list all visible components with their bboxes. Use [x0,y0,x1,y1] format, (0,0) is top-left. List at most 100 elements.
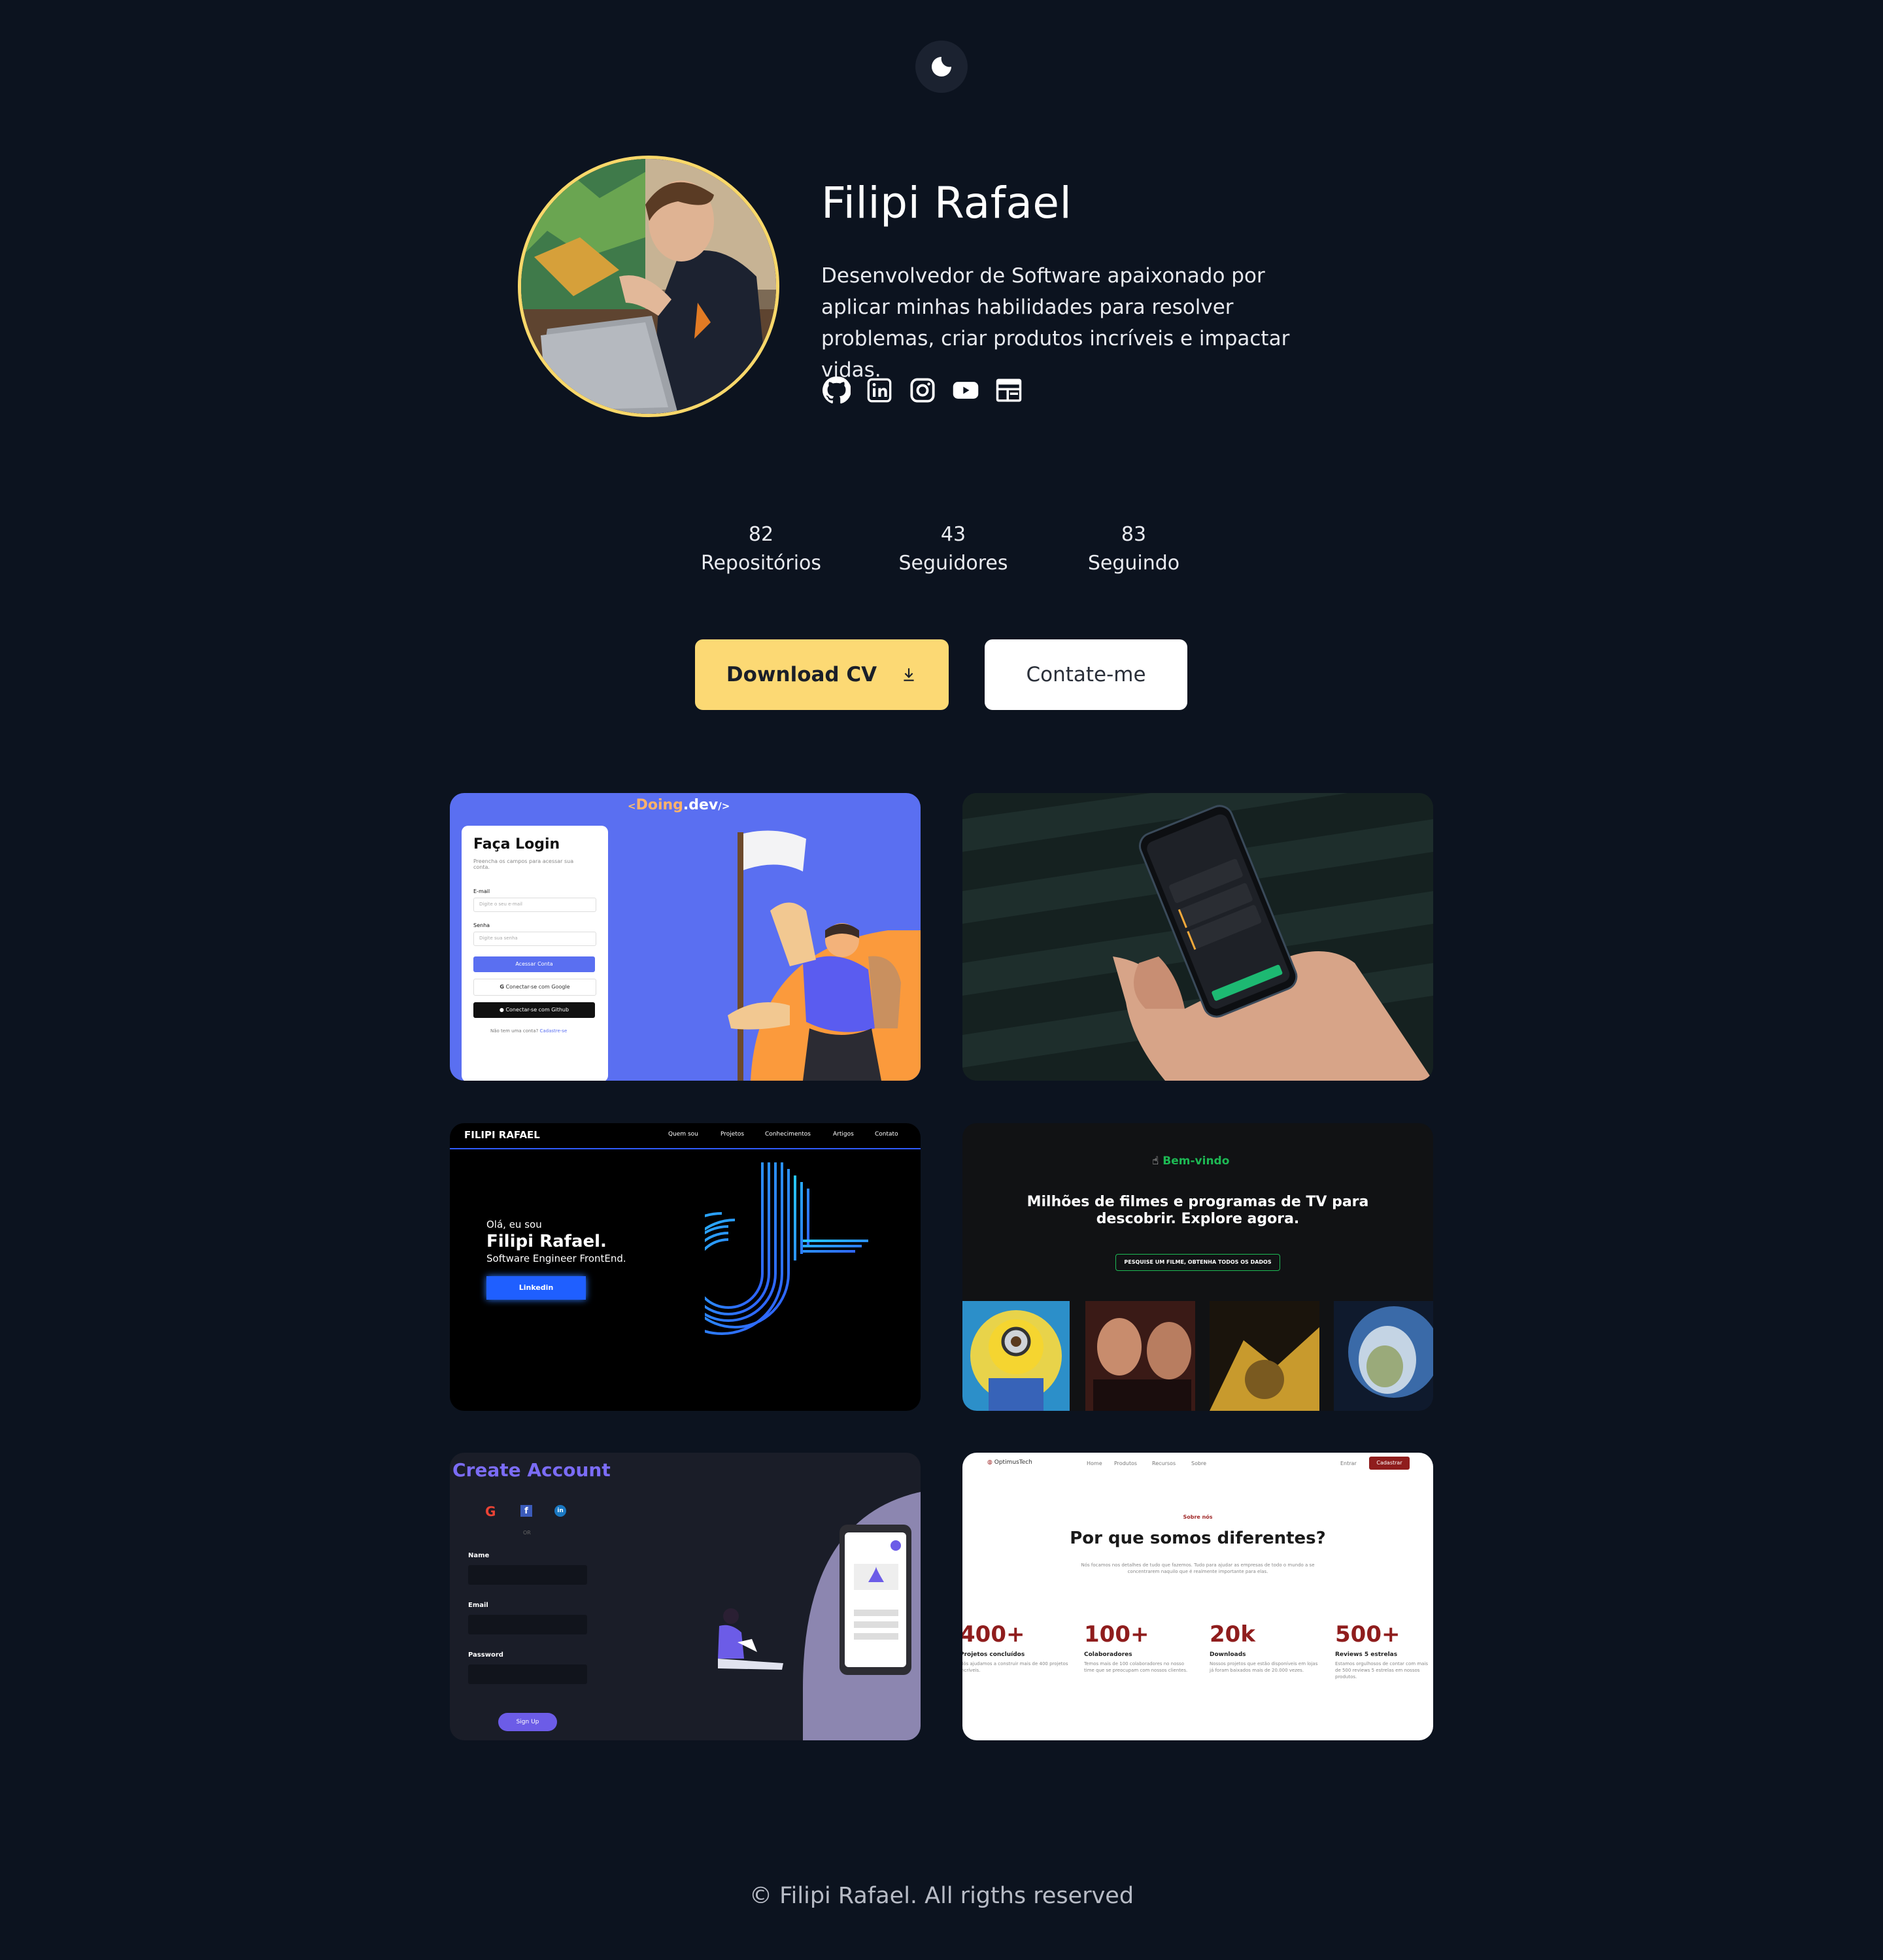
portfolio-nav-item: Quem sou [668,1131,698,1138]
contact-button[interactable]: Contate-me [985,639,1187,710]
optimus-stat: 400+ Projetos concluídos Nós ajudamos a … [962,1621,1068,1673]
flag-character-illustration [728,830,921,1081]
optimus-nav-item: Home [1087,1461,1102,1466]
optimus-nav-item: Recursos [1152,1461,1176,1466]
phone-in-hand-photo [962,793,1433,1081]
linkedin-icon: in [554,1505,566,1517]
password-label: Password [468,1651,503,1659]
optimus-eyebrow: Sobre nós [1183,1514,1213,1520]
phone-user-illustration [718,1492,921,1740]
portfolio-nav-item: Artigos [833,1131,854,1138]
signup-prompt: Não tem uma conta? Cadastre-se [490,1028,568,1034]
stat-label: Seguidores [898,552,1008,575]
social-links [821,375,1024,405]
project-card-mobile-app[interactable] [962,793,1433,1081]
linkedin-link[interactable] [864,375,894,405]
github-link[interactable] [821,375,851,405]
movie-search-button: PESQUISE UM FILME, OBTENHA TODOS OS DADO… [1115,1254,1280,1271]
project-card-portfolio[interactable]: FILIPI RAFAEL Quem sou Projetos Conhecim… [450,1123,921,1411]
sign-up-button-preview: Sign Up [498,1713,557,1731]
website-link[interactable] [994,375,1024,405]
movie-posters [962,1301,1433,1411]
google-login-preview: G Conectar-se com Google [473,979,596,996]
avatar-photo [521,159,776,414]
portfolio-intro: Olá, eu sou [486,1219,542,1230]
email-label: E-mail [473,888,490,894]
portfolio-nav-item: Contato [875,1131,898,1138]
optimus-stat: 100+ Colaboradores Temos mais de 100 col… [1084,1621,1188,1673]
google-icon: G [500,984,504,990]
github-icon: ● [499,1007,504,1013]
optimus-signup: Cadastrar [1369,1457,1410,1470]
or-divider: OR [523,1530,531,1536]
avatar [518,156,779,417]
email-field: Digite o seu e-mail [473,898,596,912]
stat-value: 82 [748,523,774,546]
optimus-logo: ◍ OptimusTech [987,1459,1032,1466]
create-account-title: Create Account [452,1459,611,1481]
name-label: Name [468,1552,490,1559]
project-card-optimustech[interactable]: ◍ OptimusTech Home Produtos Recursos Sob… [962,1453,1433,1740]
login-form-preview: Faça Login Preencha os campos para acess… [462,826,608,1081]
linkedin-icon [867,378,892,403]
password-field: Digite sua senha [473,932,596,946]
download-cv-button[interactable]: Download CV [695,639,949,710]
optimus-description: Nós focamos nos detalhes de tudo que faz… [1081,1563,1315,1568]
password-label: Senha [473,922,490,928]
google-icon: G [485,1504,496,1519]
stat-label: Seguindo [1087,552,1180,575]
login-submit-preview: Acessar Conta [473,956,595,972]
footer-copyright: © Filipi Rafael. All rigths reserved [749,1883,1134,1909]
password-field [468,1664,587,1684]
hand-icon: ☝ [1152,1155,1159,1168]
profile-name: Filipi Rafael [821,178,1072,228]
theme-toggle-button[interactable] [915,41,968,93]
portfolio-logo: FILIPI RAFAEL [464,1129,540,1141]
project-card-movie-app[interactable]: ☝ Bem-vindo Milhões de filmes e programa… [962,1123,1433,1411]
optimus-stat: 20k Downloads Nossos projetos que estão … [1210,1621,1318,1673]
optimus-nav-item: Produtos [1114,1461,1138,1466]
portfolio-name: Filipi Rafael. [486,1232,607,1251]
project-brand: <Doing.dev/> [628,797,730,813]
youtube-icon [953,382,979,399]
project-card-doing-dev[interactable]: <Doing.dev/> Faça Login Preencha os camp… [450,793,921,1081]
moon-icon [932,57,951,76]
portfolio-logo-art [705,1162,868,1335]
login-title: Faça Login [473,836,560,853]
email-field [468,1615,587,1634]
stat-followers: 43 Seguidores [868,520,1038,578]
portfolio-nav-item: Conhecimentos [765,1131,811,1138]
download-cv-label: Download CV [726,663,877,686]
github-login-preview: ● Conectar-se com Github [473,1002,595,1018]
email-label: Email [468,1602,488,1609]
movie-headline: descobrir. Explore agora. [1096,1211,1300,1227]
portfolio-role: Software Engineer FrontEnd. [486,1253,626,1264]
portfolio-nav-item: Projetos [721,1131,745,1138]
stat-value: 83 [1121,523,1147,546]
website-icon [996,379,1022,402]
login-subtitle: Preencha os campos para acessar sua cont… [473,858,574,870]
globe-icon: ◍ [987,1459,992,1466]
optimus-title: Por que somos diferentes? [1070,1529,1326,1548]
movie-headline: Milhões de filmes e programas de TV para [1026,1194,1369,1210]
profile-bio: Desenvolvedor de Software apaixonado por… [821,264,1290,382]
download-icon [904,668,914,681]
optimus-description: concentrarem naquilo que é realmente imp… [1127,1569,1268,1574]
movie-welcome: ☝ Bem-vindo [1152,1155,1230,1168]
youtube-link[interactable] [951,375,981,405]
stat-value: 43 [940,523,966,546]
github-icon [823,376,851,404]
optimus-nav-item: Sobre [1191,1461,1207,1466]
portfolio-linkedin-button: Linkedin [486,1276,586,1300]
stat-following: 83 Seguindo [1049,520,1219,578]
optimus-stat: 500+ Reviews 5 estrelas Estamos orgulhos… [1335,1621,1429,1680]
optimus-login: Entrar [1340,1461,1357,1466]
instagram-link[interactable] [908,375,938,405]
facebook-icon: f [520,1505,532,1517]
project-card-create-account[interactable]: Create Account G f in OR Name Email Pass… [450,1453,921,1740]
stat-label: Repositórios [700,552,822,575]
instagram-icon [910,378,935,403]
stat-repositories: 82 Repositórios [676,520,846,578]
portfolio-navbar: FILIPI RAFAEL Quem sou Projetos Conhecim… [450,1123,921,1149]
name-field [468,1565,587,1585]
